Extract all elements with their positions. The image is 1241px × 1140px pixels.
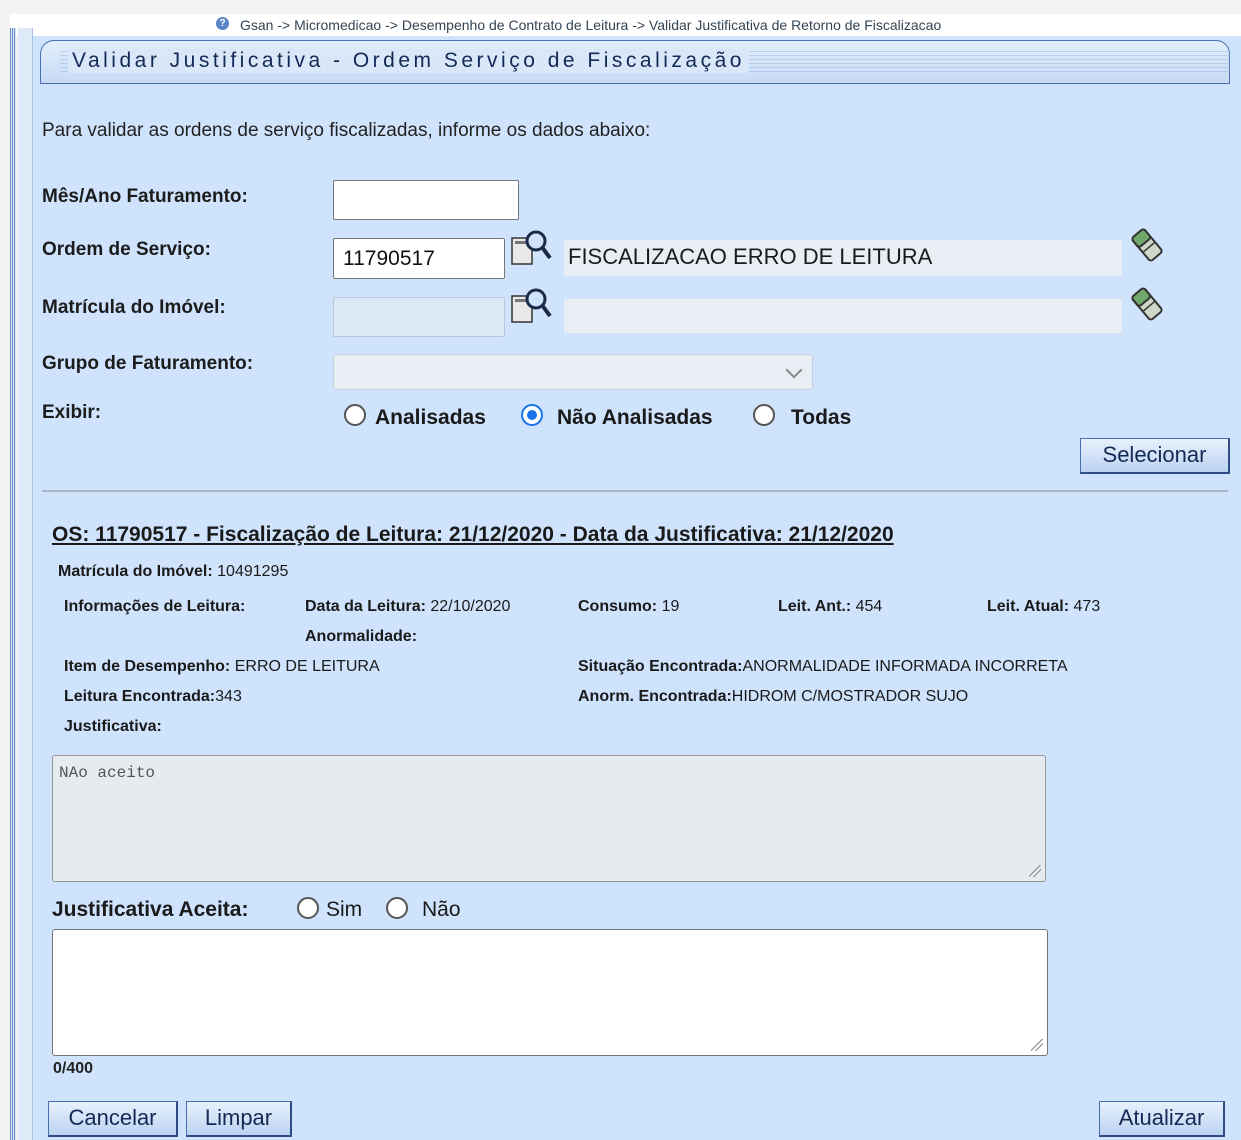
mes-ano-label: Mês/Ano Faturamento: bbox=[42, 186, 248, 207]
radio-aceita-sim-label: Sim bbox=[326, 898, 363, 921]
resize-grip-icon[interactable] bbox=[1029, 865, 1041, 877]
radio-nao-analisadas[interactable] bbox=[521, 404, 543, 426]
justificativa-label: Justificativa: bbox=[64, 718, 162, 735]
detail-matricula: Matrícula do Imóvel: 10491295 bbox=[58, 563, 288, 581]
grupo-faturamento-select[interactable] bbox=[333, 354, 813, 390]
leitura-encontrada-value: 343 bbox=[215, 688, 242, 705]
anorm-encontrada: Anorm. Encontrada:HIDROM C/MOSTRADOR SUJ… bbox=[578, 688, 969, 705]
consumo: Consumo: 19 bbox=[578, 598, 680, 615]
radio-aceita-sim[interactable] bbox=[297, 897, 319, 919]
leitura-encontrada: Leitura Encontrada:343 bbox=[64, 688, 242, 705]
os-heading: OS: 11790517 - Fiscalização de Leitura: … bbox=[52, 523, 894, 546]
lookup-magnifier-icon[interactable] bbox=[510, 228, 552, 268]
radio-todas[interactable] bbox=[753, 404, 775, 426]
leit-ant: Leit. Ant.: 454 bbox=[778, 598, 883, 615]
situacao-encontrada-value: ANORMALIDADE INFORMADA INCORRETA bbox=[742, 658, 1068, 675]
intro-text: Para validar as ordens de serviço fiscal… bbox=[42, 120, 651, 141]
matricula-description bbox=[564, 299, 1122, 333]
ordem-servico-description: FISCALIZACAO ERRO DE LEITURA bbox=[564, 240, 1122, 276]
eraser-icon[interactable] bbox=[1130, 285, 1164, 323]
justificativa-textarea: NAo aceito bbox=[52, 755, 1046, 882]
detail-matricula-label: Matrícula do Imóvel: bbox=[58, 563, 213, 580]
justificativa-text: NAo aceito bbox=[59, 764, 156, 782]
radio-aceita-nao-label: Não bbox=[422, 898, 461, 921]
justificativa-aceita-label: Justificativa Aceita: bbox=[52, 898, 249, 921]
page-title: Validar Justificativa - Ordem Serviço de… bbox=[68, 49, 749, 73]
info-leitura-label: Informações de Leitura: bbox=[64, 598, 246, 615]
left-frame-border bbox=[10, 28, 16, 1140]
situacao-encontrada: Situação Encontrada:ANORMALIDADE INFORMA… bbox=[578, 658, 1068, 675]
exibir-label: Exibir: bbox=[42, 402, 102, 423]
breadcrumb: Gsan -> Micromedicao -> Desempenho de Co… bbox=[240, 17, 942, 33]
atualizar-button[interactable]: Atualizar bbox=[1099, 1101, 1225, 1137]
ordem-servico-input[interactable] bbox=[333, 238, 505, 279]
matricula-input[interactable] bbox=[333, 297, 505, 337]
divider bbox=[42, 490, 1228, 492]
data-leitura: Data da Leitura: 22/10/2020 bbox=[305, 598, 511, 615]
radio-nao-analisadas-label: Não Analisadas bbox=[557, 406, 713, 429]
cancelar-button[interactable]: Cancelar bbox=[48, 1101, 178, 1137]
resize-grip-icon[interactable] bbox=[1031, 1039, 1043, 1051]
mes-ano-input[interactable] bbox=[333, 180, 519, 220]
radio-analisadas-label: Analisadas bbox=[375, 406, 486, 429]
limpar-button[interactable]: Limpar bbox=[186, 1101, 292, 1137]
matricula-label: Matrícula do Imóvel: bbox=[42, 297, 226, 318]
left-frame-panel bbox=[18, 28, 33, 1140]
char-counter: 0/400 bbox=[53, 1060, 94, 1077]
item-desempenho-value: ERRO DE LEITURA bbox=[234, 658, 380, 675]
lookup-magnifier-icon[interactable] bbox=[510, 286, 552, 326]
anorm-encontrada-value: HIDROM C/MOSTRADOR SUJO bbox=[731, 688, 969, 705]
detail-matricula-value: 10491295 bbox=[217, 563, 289, 580]
radio-aceita-nao[interactable] bbox=[386, 897, 408, 919]
radio-analisadas[interactable] bbox=[344, 404, 366, 426]
consumo-value: 19 bbox=[661, 598, 680, 615]
leit-ant-value: 454 bbox=[855, 598, 883, 615]
help-icon[interactable]: ? bbox=[216, 17, 229, 30]
data-leitura-value: 22/10/2020 bbox=[430, 598, 511, 615]
breadcrumb-bar: Gsan -> Micromedicao -> Desempenho de Co… bbox=[10, 14, 1241, 36]
eraser-icon[interactable] bbox=[1130, 226, 1164, 264]
selecionar-button[interactable]: Selecionar bbox=[1080, 438, 1230, 474]
grupo-faturamento-label: Grupo de Faturamento: bbox=[42, 353, 254, 374]
leit-atual-value: 473 bbox=[1073, 598, 1101, 615]
chevron-down-icon bbox=[785, 361, 803, 379]
ordem-servico-label: Ordem de Serviço: bbox=[42, 239, 211, 260]
anormalidade-label: Anormalidade: bbox=[305, 628, 418, 645]
leit-atual: Leit. Atual: 473 bbox=[987, 598, 1101, 615]
resposta-textarea[interactable] bbox=[52, 929, 1048, 1056]
radio-todas-label: Todas bbox=[791, 406, 852, 429]
item-desempenho: Item de Desempenho: ERRO DE LEITURA bbox=[64, 658, 380, 675]
